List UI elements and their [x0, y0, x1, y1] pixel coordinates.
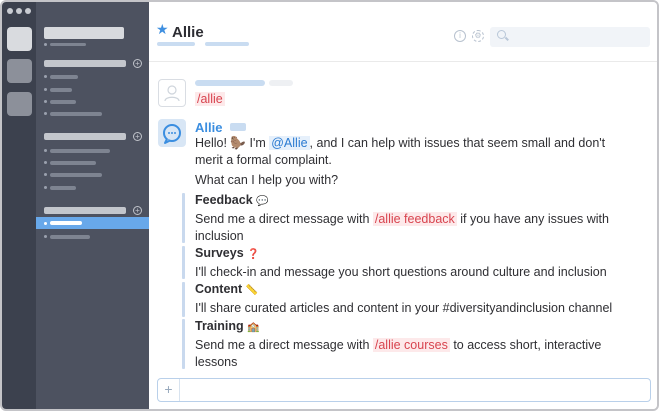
app-window: + + + ★ Allie i ⚙ /allie Allie Hello! 🦫 …	[0, 0, 659, 411]
window-dot[interactable]	[25, 8, 31, 14]
channel-sidebar: + + +	[36, 2, 149, 409]
attachment-bar	[182, 246, 185, 279]
search-icon	[497, 30, 506, 39]
section-text: Send me a direct message with /allie fee…	[195, 212, 609, 243]
slash-command: /allie feedback	[372, 212, 457, 226]
channel-meta	[157, 42, 195, 46]
add-channel-icon[interactable]: +	[133, 59, 142, 68]
window-dot[interactable]	[16, 8, 22, 14]
question-mark-icon: ❓	[247, 249, 260, 260]
bot-badge	[230, 123, 246, 131]
ruler-icon: 📏	[245, 285, 259, 296]
sidebar-item-selected[interactable]	[36, 217, 149, 229]
sidebar-item[interactable]	[50, 75, 78, 79]
team-icon[interactable]	[7, 59, 32, 83]
sidebar-item[interactable]	[50, 161, 96, 165]
avatar[interactable]	[158, 79, 186, 107]
team-icon[interactable]	[7, 92, 32, 116]
main-panel: ★ Allie i ⚙ /allie Allie Hello! 🦫 I'm @A…	[149, 2, 657, 409]
channel-title: Allie	[172, 24, 204, 41]
add-channel-icon[interactable]: +	[133, 206, 142, 215]
section-text: I'll check-in and message you short ques…	[195, 265, 607, 279]
section-text: Send me a direct message with /allie cou…	[195, 338, 602, 369]
info-icon[interactable]: i	[454, 30, 466, 42]
sidebar-item[interactable]	[50, 149, 110, 153]
sidebar-item[interactable]	[50, 100, 76, 104]
message-composer[interactable]: +	[157, 378, 651, 402]
slash-command: /allie courses	[372, 338, 450, 352]
star-icon[interactable]: ★	[156, 22, 169, 36]
search-input[interactable]	[490, 27, 650, 47]
user-status	[50, 43, 86, 46]
sidebar-item[interactable]	[50, 173, 102, 177]
section-heading[interactable]	[44, 60, 126, 67]
sidebar-item[interactable]	[50, 186, 76, 190]
question-text: What can I help you with?	[195, 173, 339, 187]
section-text: I'll share curated articles and content …	[195, 301, 613, 315]
speech-bubble-icon: 💬	[256, 196, 269, 207]
bot-name[interactable]: Allie	[195, 120, 222, 135]
attach-plus-icon[interactable]: +	[158, 379, 180, 401]
team-name[interactable]	[44, 27, 124, 39]
sidebar-item[interactable]	[50, 235, 90, 239]
team-icon-active[interactable]	[7, 27, 32, 51]
section-title: Feedback 💬	[195, 193, 269, 207]
chat-bubble-icon	[163, 124, 181, 144]
section-heading[interactable]	[44, 133, 126, 140]
attachment-bar	[182, 319, 185, 369]
bot-avatar[interactable]	[158, 119, 186, 147]
section-title: Surveys ❓	[195, 246, 260, 260]
window-dot[interactable]	[7, 8, 13, 14]
sidebar-item[interactable]	[50, 88, 72, 92]
mention[interactable]: @Allie	[269, 136, 310, 150]
attachment-bar	[182, 282, 185, 317]
school-icon: 🏫	[247, 322, 260, 333]
greeting-line: merit a formal complaint.	[195, 153, 332, 167]
message-timestamp	[269, 80, 293, 86]
user-icon	[164, 85, 180, 102]
attachment-bar	[182, 193, 185, 243]
slash-command: /allie	[195, 92, 225, 106]
section-title: Training 🏫	[195, 319, 260, 333]
section-heading[interactable]	[44, 207, 126, 214]
greeting-line: Hello! 🦫 I'm @Allie, and I can help with…	[195, 136, 606, 150]
channel-header: ★ Allie i ⚙	[149, 2, 657, 62]
channel-meta	[205, 42, 249, 46]
sidebar-item[interactable]	[50, 112, 102, 116]
message-author[interactable]	[195, 80, 265, 86]
team-rail	[2, 2, 36, 409]
section-title: Content 📏	[195, 282, 259, 296]
message-text: /allie	[195, 92, 225, 106]
window-controls	[7, 8, 31, 14]
gear-icon[interactable]: ⚙	[472, 30, 484, 42]
add-channel-icon[interactable]: +	[133, 132, 142, 141]
